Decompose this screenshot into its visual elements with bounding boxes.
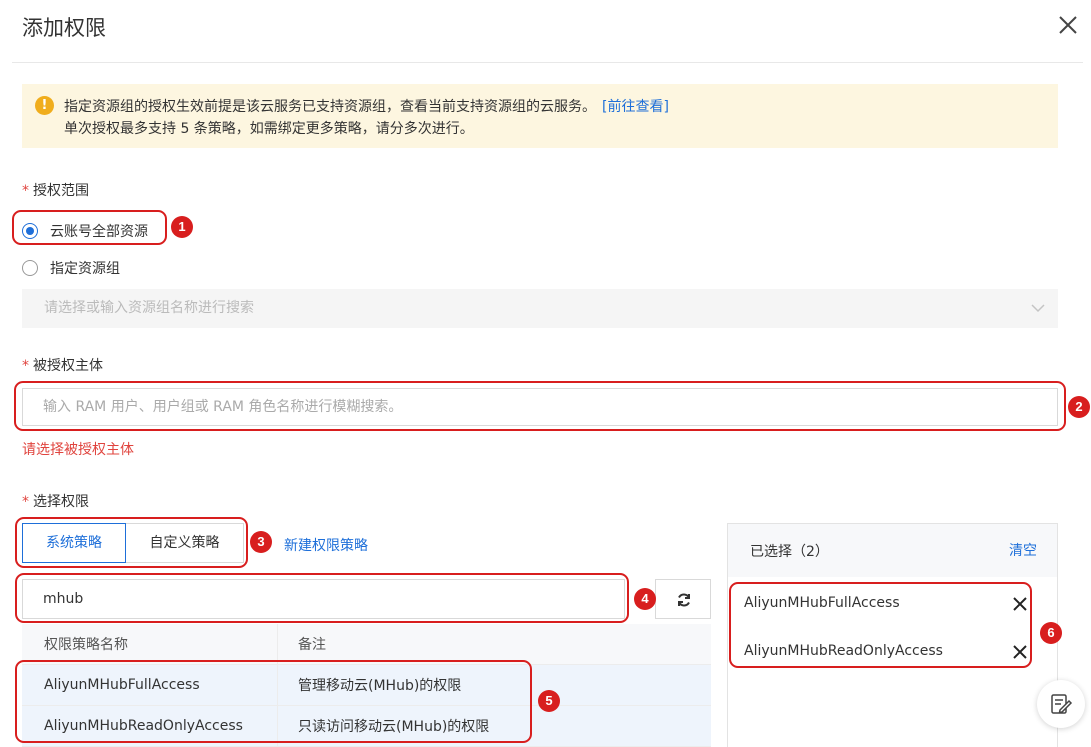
- callout-box: [15, 517, 248, 568]
- scope-option-label: 指定资源组: [50, 261, 120, 277]
- principal-label: * 被授权主体: [22, 358, 103, 374]
- radio-unselected[interactable]: [22, 260, 38, 276]
- resource-group-select[interactable]: 请选择或输入资源组名称进行搜索: [22, 289, 1058, 328]
- callout-box: [729, 582, 1032, 668]
- header-note: 备注: [298, 637, 326, 653]
- clear-button[interactable]: 清空: [1009, 540, 1037, 560]
- edit-note-icon: [1051, 694, 1073, 714]
- required-mark: *: [22, 358, 29, 374]
- selected-title: 已选择（2）: [750, 544, 829, 560]
- refresh-button[interactable]: [655, 579, 711, 619]
- principal-error: 请选择被授权主体: [22, 442, 134, 458]
- chevron-down-icon: [1031, 304, 1045, 313]
- notice-banner: ! 指定资源组的授权生效前提是该云服务已支持资源组，查看当前支持资源组的云服务。…: [22, 84, 1058, 148]
- new-policy-link[interactable]: 新建权限策略: [284, 535, 368, 555]
- callout-box: [15, 660, 532, 743]
- header-policy-name: 权限策略名称: [22, 624, 278, 664]
- callout-box: [12, 210, 167, 245]
- callout-box: [14, 381, 1066, 431]
- dialog-title: 添加权限: [22, 16, 106, 40]
- callout-badge: 3: [250, 531, 272, 553]
- feedback-button[interactable]: [1037, 680, 1085, 728]
- permissions-label: * 选择权限: [22, 494, 89, 510]
- notice-text: 指定资源组的授权生效前提是该云服务已支持资源组，查看当前支持资源组的云服务。: [64, 99, 596, 115]
- warning-icon: !: [35, 96, 54, 115]
- selected-panel-header: 已选择（2） 清空: [728, 524, 1057, 577]
- callout-box: [15, 573, 629, 623]
- required-mark: *: [22, 183, 29, 199]
- callout-badge: 1: [171, 216, 193, 238]
- refresh-icon: [678, 593, 690, 607]
- header-divider: [12, 62, 1083, 63]
- scope-option-group[interactable]: 指定资源组: [22, 258, 120, 278]
- scope-label: * 授权范围: [22, 183, 89, 199]
- callout-badge: 5: [538, 690, 560, 712]
- table-header-row: 权限策略名称 备注: [22, 624, 711, 665]
- required-mark: *: [22, 494, 29, 510]
- callout-badge: 2: [1068, 396, 1090, 418]
- callout-badge: 4: [634, 588, 656, 610]
- close-icon[interactable]: [1055, 12, 1081, 38]
- notice-line-1: 指定资源组的授权生效前提是该云服务已支持资源组，查看当前支持资源组的云服务。 [前…: [64, 96, 669, 116]
- select-placeholder: 请选择或输入资源组名称进行搜索: [44, 300, 254, 316]
- notice-line-2: 单次授权最多支持 5 条策略，如需绑定更多策略，请分多次进行。: [64, 121, 474, 137]
- callout-badge: 6: [1040, 622, 1062, 644]
- view-supported-link[interactable]: [前往查看]: [602, 99, 669, 115]
